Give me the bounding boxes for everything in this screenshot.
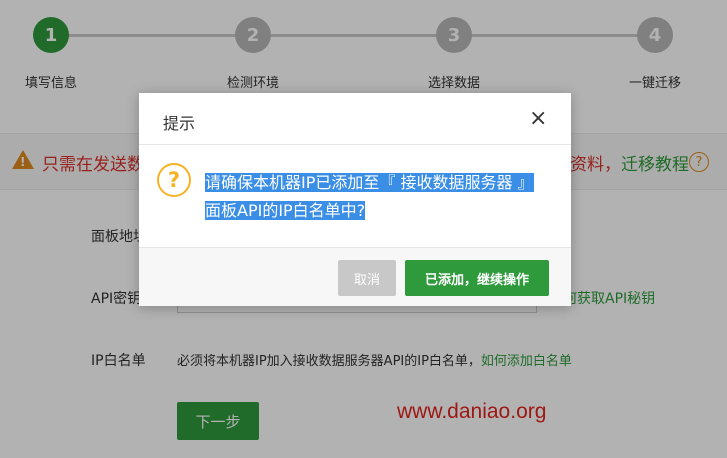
dialog-footer: 取消 已添加，继续操作 [139, 247, 571, 306]
close-icon[interactable]: × [529, 107, 547, 131]
dialog-message: 请确保本机器IP已添加至『 接收数据服务器 』面板API的IP白名单中? [205, 169, 535, 225]
question-icon: ? [157, 163, 191, 197]
dialog-divider [139, 144, 571, 145]
confirm-continue-button[interactable]: 已添加，继续操作 [405, 260, 549, 296]
dialog-title: 提示 [163, 114, 196, 133]
cancel-button[interactable]: 取消 [338, 260, 396, 296]
confirm-dialog: 提示 × ? 请确保本机器IP已添加至『 接收数据服务器 』面板API的IP白名… [139, 93, 571, 306]
dialog-message-text: 请确保本机器IP已添加至『 接收数据服务器 』面板API的IP白名单中? [205, 173, 534, 220]
